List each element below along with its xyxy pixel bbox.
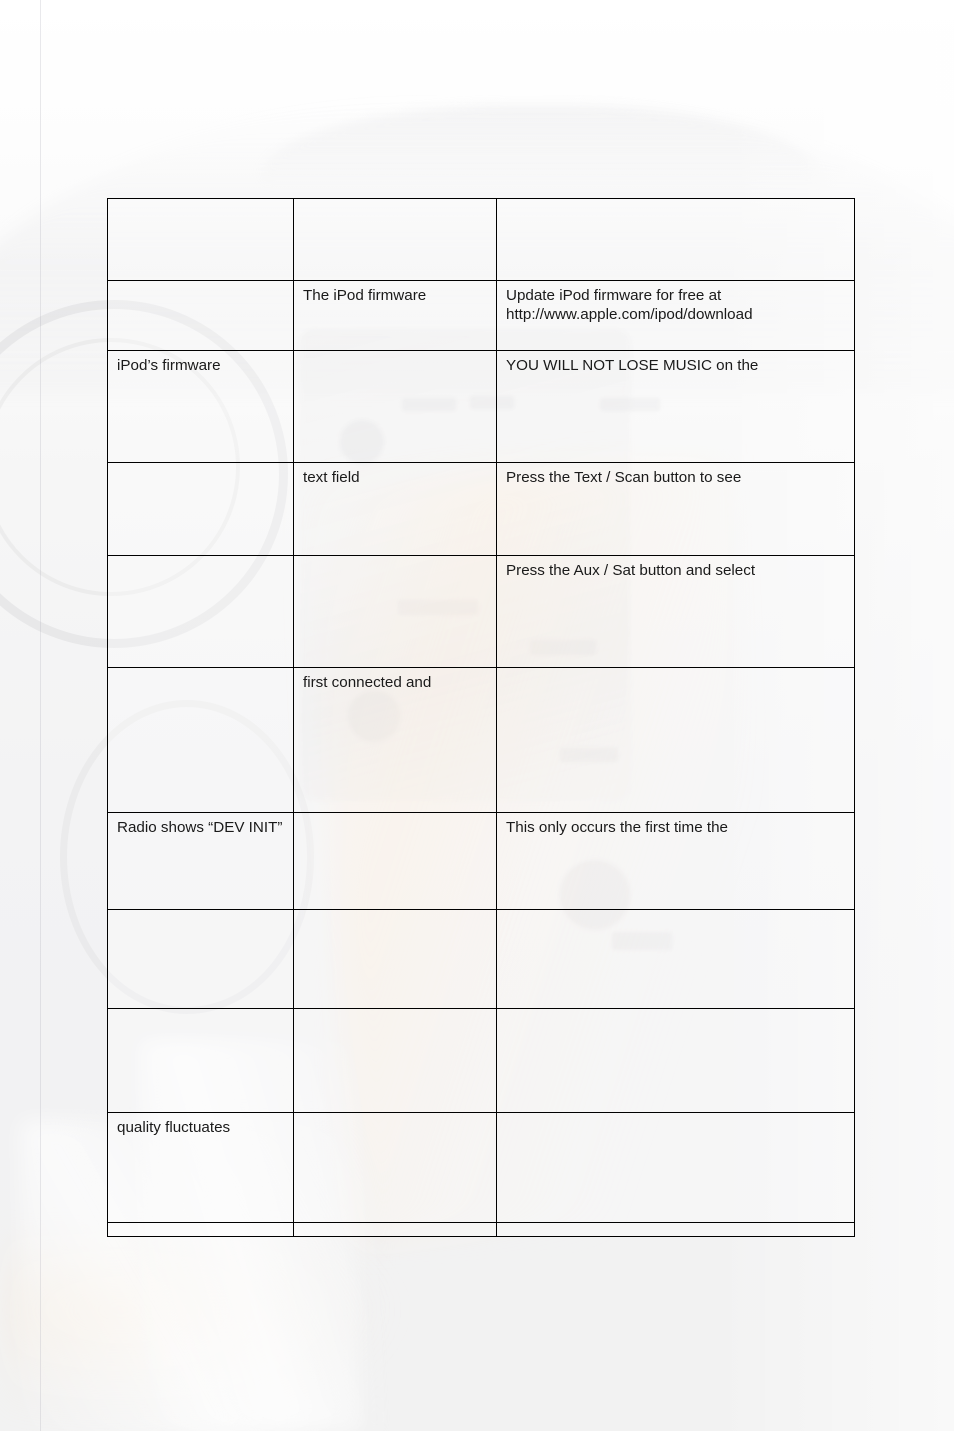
cell-text — [117, 1015, 285, 1016]
table-cell — [496, 909, 855, 1009]
table-cell: iPod’s firmware — [107, 350, 294, 463]
cell-text: iPod’s firmware — [117, 357, 221, 374]
cell-text: first connected and — [303, 674, 432, 691]
table-cell — [107, 667, 294, 813]
cell-text — [303, 1119, 488, 1120]
cell-text — [117, 674, 285, 675]
table-cell — [107, 280, 294, 351]
cell-text — [506, 1015, 846, 1016]
table-cell — [293, 1222, 497, 1237]
table-cell — [496, 1112, 855, 1223]
cell-text: Radio shows “DEV INIT” — [117, 819, 283, 836]
table-row — [107, 1008, 855, 1113]
troubleshooting-table: The iPod firmware Update iPod firmware fo… — [107, 198, 855, 1237]
table-cell: YOU WILL NOT LOSE MUSIC on the — [496, 350, 855, 463]
table-cell: Press the Aux / Sat button and select — [496, 555, 855, 668]
table-cell: quality fluctuates — [107, 1112, 294, 1223]
cell-text: Update iPod firmware for free at http://… — [506, 287, 753, 323]
cell-text: Press the Aux / Sat button and select — [506, 562, 756, 579]
table-cell — [496, 1222, 855, 1237]
cell-text: Press the Text / Scan button to see — [506, 469, 742, 486]
table-row: Radio shows “DEV INIT” This only occurs t… — [107, 812, 855, 910]
table-cell: This only occurs the first time the — [496, 812, 855, 910]
table-cell — [293, 198, 497, 281]
cell-text — [506, 916, 846, 917]
table-row: text field Press the Text / Scan button t… — [107, 462, 855, 556]
cell-text: This only occurs the first time the — [506, 819, 728, 836]
table-cell: The iPod firmware — [293, 280, 497, 351]
cell-text — [117, 469, 285, 470]
cell-text: quality fluctuates — [117, 1119, 231, 1136]
table-cell: Radio shows “DEV INIT” — [107, 812, 294, 910]
table-cell — [107, 198, 294, 281]
cell-text: YOU WILL NOT LOSE MUSIC on the — [506, 357, 759, 374]
table-row — [107, 1222, 855, 1237]
cell-text — [506, 674, 846, 675]
table-cell: text field — [293, 462, 497, 556]
cell-text — [303, 819, 488, 820]
table-cell — [496, 198, 855, 281]
table-cell — [293, 1112, 497, 1223]
table-cell — [293, 909, 497, 1009]
cell-text — [303, 916, 488, 917]
table-cell: Update iPod firmware for free at http://… — [496, 280, 855, 351]
table-cell — [293, 555, 497, 668]
cell-text — [117, 1229, 285, 1230]
table-cell — [293, 1008, 497, 1113]
cell-text — [117, 287, 285, 288]
table-row: quality fluctuates — [107, 1112, 855, 1223]
table-cell — [107, 1222, 294, 1237]
cell-text: The iPod firmware — [303, 287, 427, 304]
table-row: iPod’s firmware YOU WILL NOT LOSE MUSIC o… — [107, 350, 855, 463]
cell-text: text field — [303, 469, 360, 486]
cell-text — [303, 357, 488, 358]
table-cell — [107, 462, 294, 556]
table-cell: Press the Text / Scan button to see — [496, 462, 855, 556]
table-row — [107, 909, 855, 1009]
cell-text — [117, 205, 285, 206]
cell-text — [303, 1015, 488, 1016]
cell-text — [303, 205, 488, 206]
table-row: first connected and — [107, 667, 855, 813]
table-cell — [496, 667, 855, 813]
table-cell — [107, 555, 294, 668]
table-cell — [107, 909, 294, 1009]
table-row — [107, 198, 855, 281]
table-row: Press the Aux / Sat button and select — [107, 555, 855, 668]
table-row: The iPod firmware Update iPod firmware fo… — [107, 280, 855, 351]
cell-text — [303, 1229, 488, 1230]
cell-text — [303, 562, 488, 563]
table-cell — [496, 1008, 855, 1113]
cell-text — [506, 205, 846, 206]
table-cell — [293, 350, 497, 463]
table-cell: first connected and — [293, 667, 497, 813]
table-cell — [107, 1008, 294, 1113]
cell-text — [506, 1229, 846, 1230]
cell-text — [506, 1119, 846, 1120]
left-margin-guide — [40, 0, 41, 1431]
table-body: The iPod firmware Update iPod firmware fo… — [107, 198, 855, 1237]
cell-text — [117, 916, 285, 917]
table-cell — [293, 812, 497, 910]
cell-text — [117, 562, 285, 563]
